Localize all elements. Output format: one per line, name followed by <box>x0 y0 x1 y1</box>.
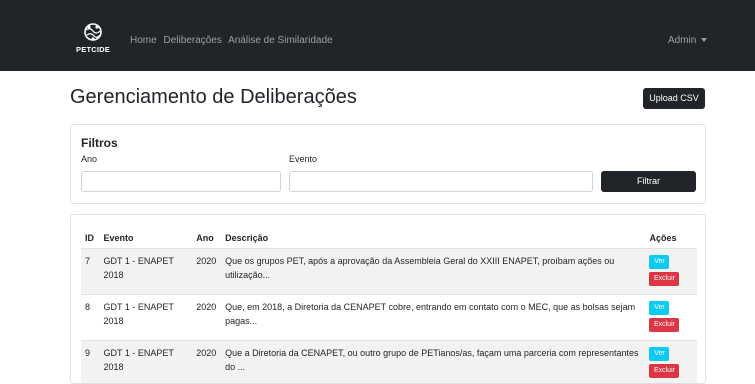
header-acoes: Ações <box>645 228 697 249</box>
cell-id: 7 <box>81 248 100 295</box>
ano-input[interactable] <box>81 171 281 192</box>
user-menu-toggle[interactable]: Admin <box>668 35 708 46</box>
nav-link-deliberacoes[interactable]: Deliberações <box>163 35 221 46</box>
page-title: Gerenciamento de Deliberações <box>70 86 357 108</box>
cell-acoes: Ver Excluir <box>645 248 697 295</box>
upload-csv-button[interactable]: Upload CSV <box>643 88 705 109</box>
cell-evento: GDT 1 - ENAPET 2018 <box>99 248 193 295</box>
table-header-row: ID Evento Ano Descrição Ações <box>81 228 697 249</box>
table-row: 8 GDT 1 - ENAPET 2018 2020 Que, em 2018,… <box>81 294 697 341</box>
evento-input[interactable] <box>289 171 593 192</box>
deliberations-table: ID Evento Ano Descrição Ações 7 GDT 1 - … <box>81 228 697 383</box>
user-menu-label: Admin <box>668 35 697 46</box>
evento-label: Evento <box>289 154 318 164</box>
excluir-button[interactable]: Excluir <box>649 317 680 332</box>
table-card: ID Evento Ano Descrição Ações 7 GDT 1 - … <box>70 214 706 384</box>
cell-id: 9 <box>81 340 100 383</box>
cell-descricao: Que a Diretoria da CENAPET, ou outro gru… <box>221 340 646 383</box>
caret-down-icon <box>701 38 708 43</box>
cell-evento: GDT 1 - ENAPET 2018 <box>99 294 193 341</box>
cell-evento: GDT 1 - ENAPET 2018 <box>99 340 193 383</box>
header-evento: Evento <box>99 228 193 249</box>
filter-title: Filtros <box>81 136 118 150</box>
cell-acoes: Ver Excluir <box>645 294 697 341</box>
excluir-button[interactable]: Excluir <box>649 363 680 378</box>
filter-card: Filtros Ano Evento Filtrar <box>70 124 706 204</box>
header-descricao: Descrição <box>221 228 646 249</box>
cell-ano: 2020 <box>192 340 222 383</box>
cell-ano: 2020 <box>192 248 222 295</box>
brain-icon <box>84 23 102 41</box>
cell-descricao: Que, em 2018, a Diretoria da CENAPET cob… <box>221 294 646 341</box>
ver-button[interactable]: Ver <box>649 346 670 361</box>
ano-label: Ano <box>81 154 98 164</box>
header-ano: Ano <box>192 228 222 249</box>
ver-button[interactable]: Ver <box>649 254 670 269</box>
excluir-button[interactable]: Excluir <box>649 271 680 286</box>
nav-link-analise-similaridade[interactable]: Análise de Similaridade <box>228 35 333 46</box>
table-row: 9 GDT 1 - ENAPET 2018 2020 Que a Diretor… <box>81 340 697 383</box>
header-id: ID <box>81 228 100 249</box>
nav-links: Home Deliberações Análise de Similaridad… <box>130 35 337 46</box>
cell-acoes: Ver Excluir <box>645 340 697 383</box>
ver-button[interactable]: Ver <box>649 300 670 315</box>
cell-descricao: Que os grupos PET, após a aprovação da A… <box>221 248 646 295</box>
table-row: 7 GDT 1 - ENAPET 2018 2020 Que os grupos… <box>81 248 697 295</box>
filter-button[interactable]: Filtrar <box>601 171 696 192</box>
cell-id: 8 <box>81 294 100 341</box>
nav-link-home[interactable]: Home <box>130 35 157 46</box>
brand-text: PETCIDE <box>76 45 110 54</box>
brand-logo[interactable]: PETCIDE <box>75 22 111 58</box>
navbar: PETCIDE Home Deliberações Análise de Sim… <box>0 0 755 71</box>
cell-ano: 2020 <box>192 294 222 341</box>
